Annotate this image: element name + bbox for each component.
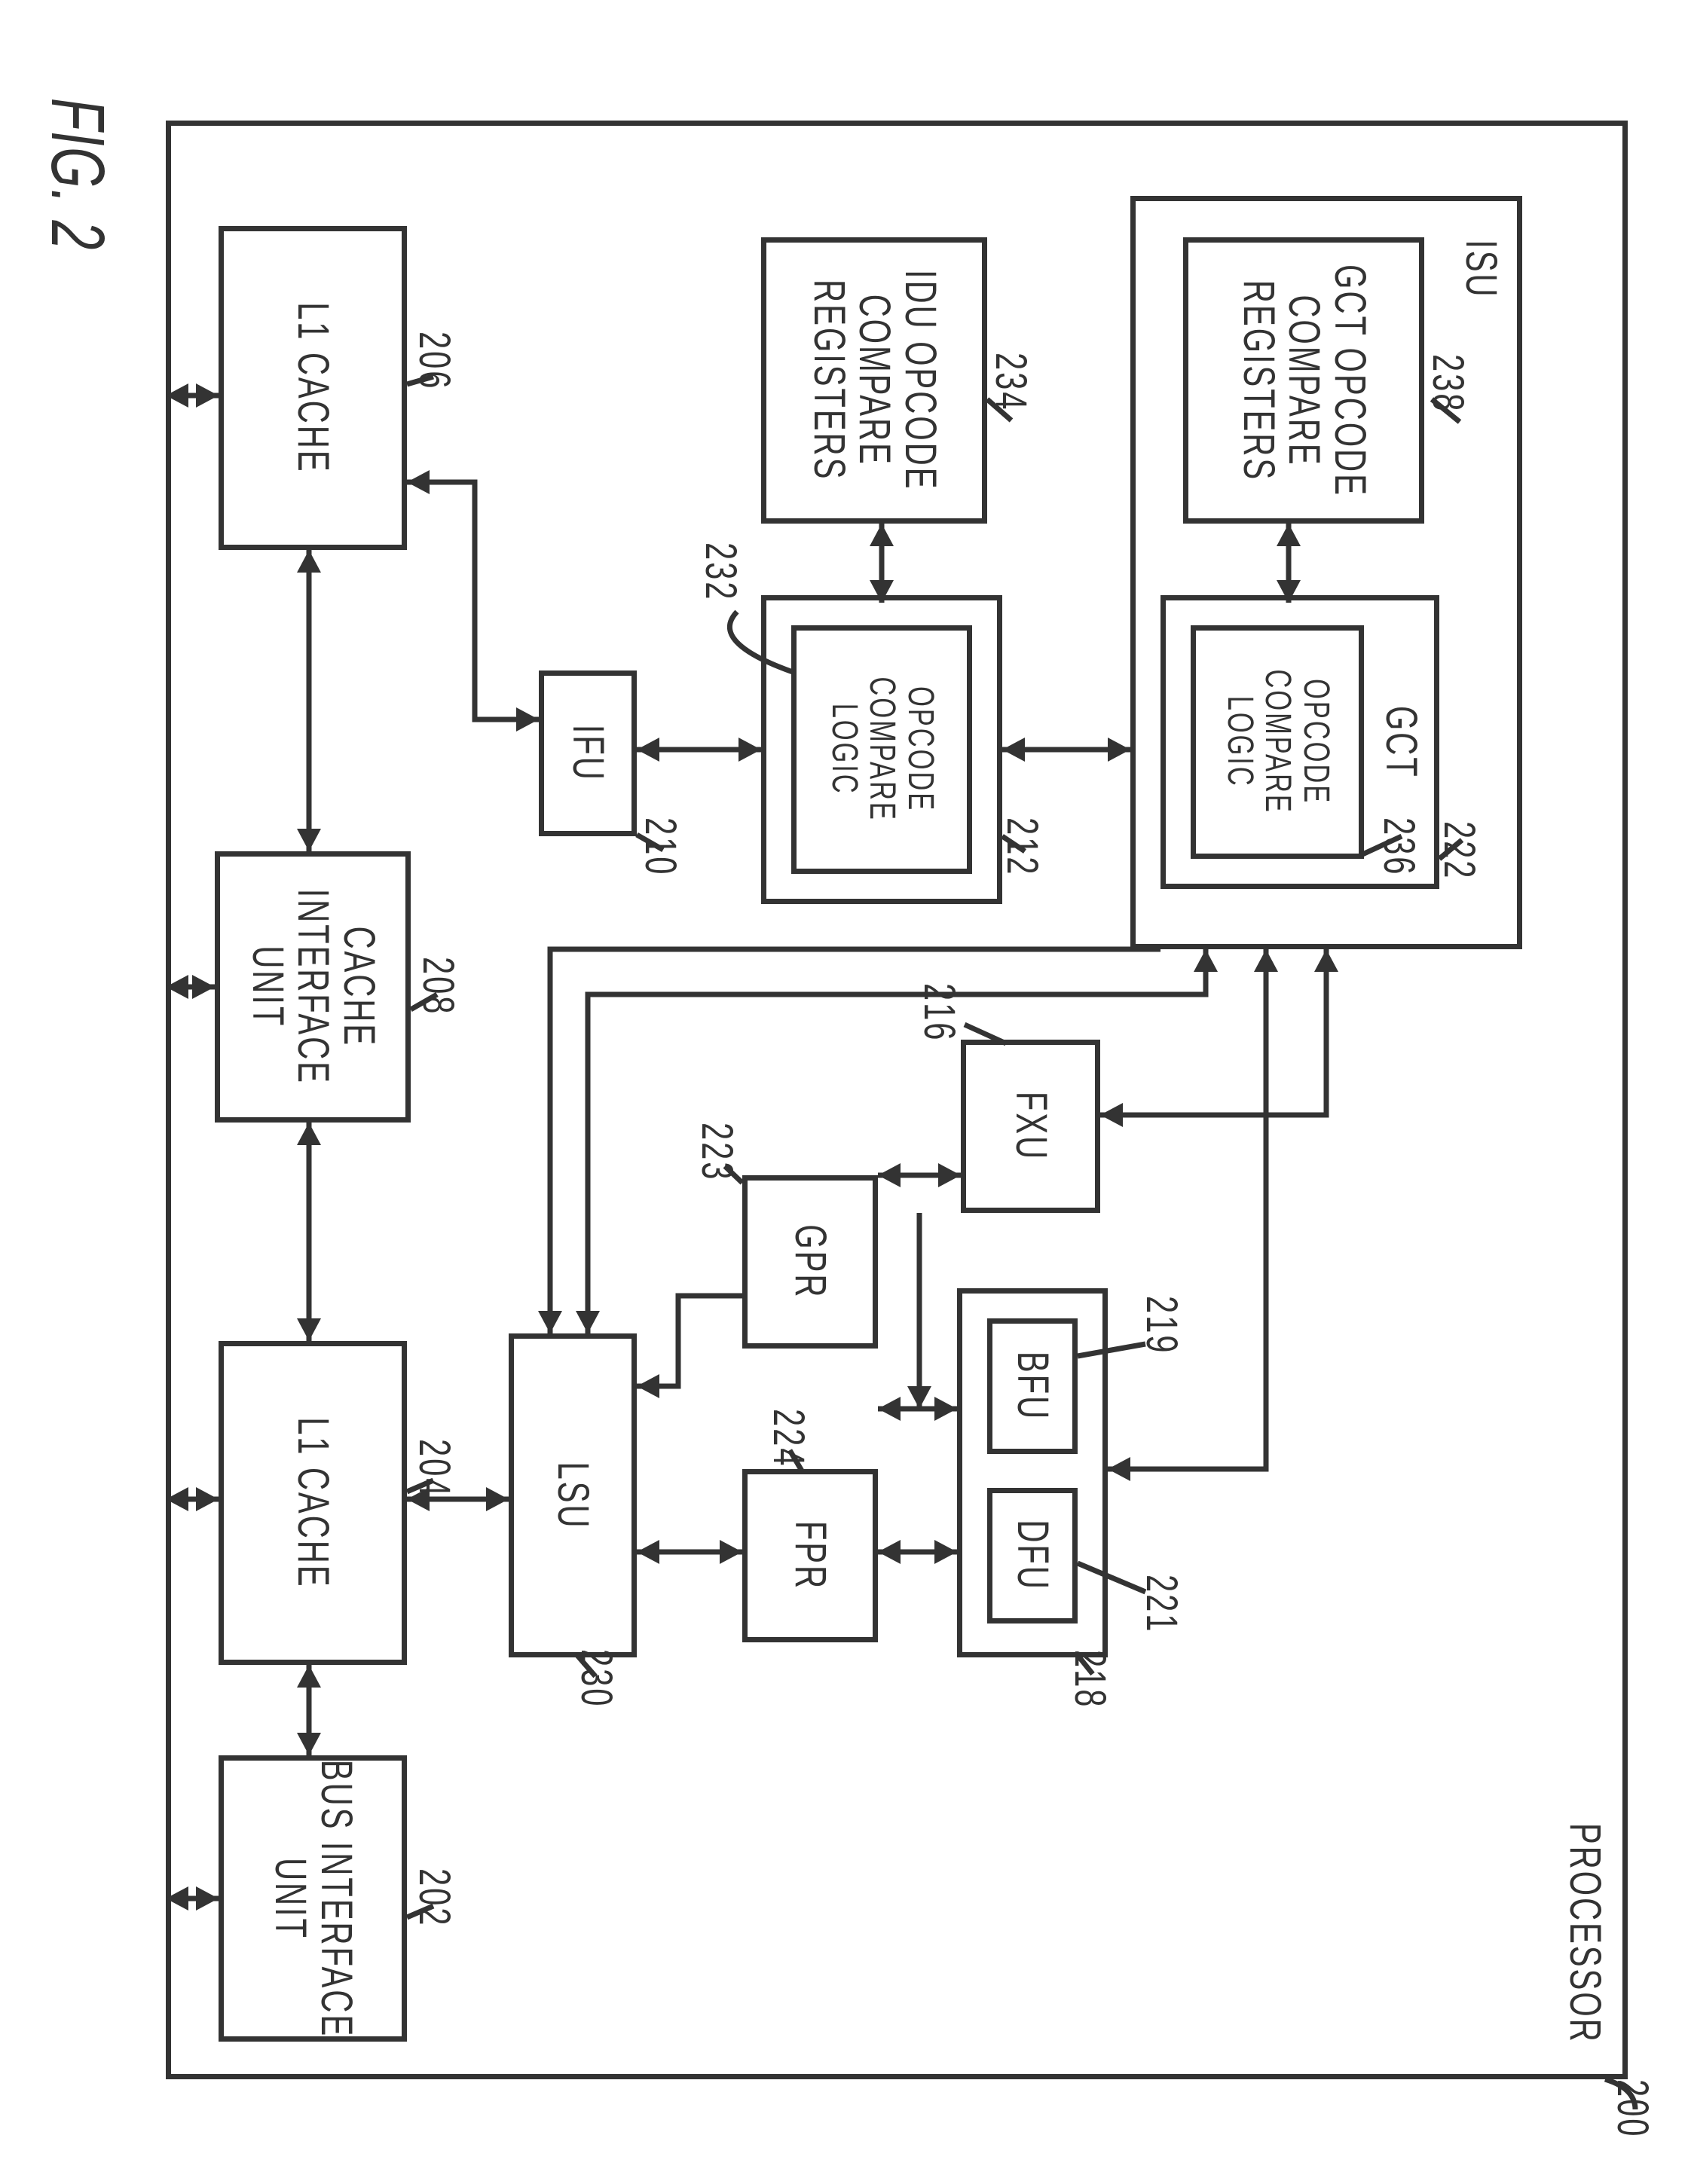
ifu-box: IFU [539,670,637,836]
dfu-label: DFU [1010,1520,1056,1591]
bus-interface-unit-ref: 202 [409,1868,460,1927]
fpu-ref: 218 [1065,1650,1115,1709]
processor-title: PROCESSOR [1561,1823,1607,2044]
fpr-box: FPR [742,1469,878,1642]
ifu-label: IFU [565,725,611,782]
fpr-ref: 224 [763,1409,814,1468]
fxu-label: FXU [1008,1092,1053,1161]
lsu-label: LSU [550,1462,596,1529]
l1-icache-box: L1 CACHE [219,226,407,550]
fpr-label: FPR [787,1521,833,1590]
figure-caption: FIG. 2 [34,98,121,251]
bfu-ref: 219 [1136,1296,1187,1355]
l1-dcache-label: L1 CACHE [290,1417,336,1588]
fxu-box: FXU [961,1040,1100,1213]
gpr-label: GPR [787,1224,833,1299]
processor-ref: 200 [1607,2079,1658,2138]
gct-opcode-compare-registers-ref: 238 [1423,354,1473,413]
fxu-ref: 216 [914,983,965,1042]
gpr-ref: 223 [692,1123,742,1181]
isu-title: ISU [1457,240,1503,298]
gct-opcode-compare-registers: GCT OPCODE COMPARE REGISTERS [1183,237,1424,524]
idu-opcode-compare-logic: OPCODE COMPARE LOGIC [791,625,972,874]
dfu-box: DFU [987,1488,1078,1623]
bfu-box: BFU [987,1318,1078,1454]
gct-label: GCT [1378,706,1423,779]
gct-opcode-compare-registers-label: GCT OPCODE COMPARE REGISTERS [1235,264,1373,497]
lsu-ref: 230 [571,1649,622,1708]
cache-interface-unit-box: CACHE INTERFACE UNIT [215,851,411,1123]
bus-interface-unit-box: BUS INTERFACE UNIT [219,1755,407,2042]
gct-opcode-compare-logic: OPCODE COMPARE LOGIC [1191,625,1364,859]
gct-ref: 222 [1434,821,1485,880]
idu-opcode-compare-logic-ref: 232 [696,542,746,601]
cache-interface-unit-ref: 208 [413,957,463,1016]
dfu-ref: 221 [1136,1575,1187,1633]
l1-icache-ref: 206 [409,331,460,390]
idu-opcode-compare-registers: IDU OPCODE COMPARE REGISTERS [761,237,987,524]
gct-opcode-compare-logic-ref: 236 [1374,817,1424,876]
gct-opcode-compare-logic-label: OPCODE COMPARE LOGIC [1220,670,1334,814]
idu-opcode-compare-logic-label: OPCODE COMPARE LOGIC [824,677,938,822]
l1-dcache-ref: 204 [409,1439,460,1498]
idu-opcode-compare-registers-label: IDU OPCODE COMPARE REGISTERS [806,270,943,490]
idu-opcode-compare-registers-ref: 234 [986,353,1036,411]
ifu-ref: 210 [635,817,686,876]
lsu-box: LSU [509,1333,637,1657]
bus-interface-unit-label: BUS INTERFACE UNIT [267,1759,359,2037]
bfu-label: BFU [1010,1352,1056,1421]
l1-dcache-box: L1 CACHE [219,1341,407,1665]
l1-icache-label: L1 CACHE [290,302,336,473]
gpr-box: GPR [742,1175,878,1349]
cache-interface-unit-label: CACHE INTERFACE UNIT [244,889,382,1085]
idu-ref: 212 [997,817,1047,876]
